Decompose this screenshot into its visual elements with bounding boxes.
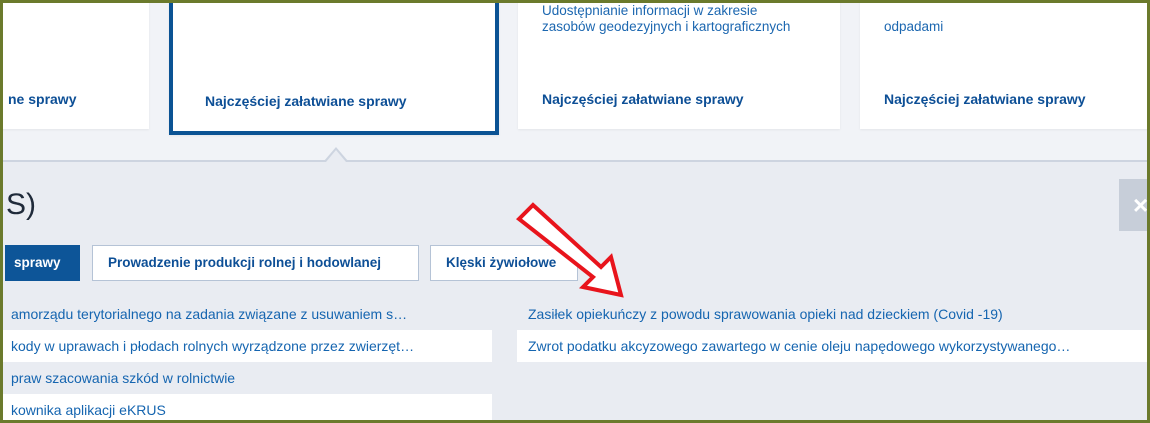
card-description: odpadami: [884, 19, 944, 34]
service-list-left: amorządu terytorialnego na zadania związ…: [3, 298, 492, 420]
card-link-most-common[interactable]: ne sprawy: [8, 91, 76, 107]
list-item[interactable]: amorządu terytorialnego na zadania związ…: [3, 298, 492, 330]
category-card-2-selected[interactable]: Najczęściej załatwiane sprawy: [169, 3, 499, 135]
list-item[interactable]: praw szacowania szkód w rolnictwie: [3, 362, 492, 394]
red-arrow-icon: [515, 202, 624, 298]
list-item[interactable]: kownika aplikacji eKRUS: [3, 394, 492, 420]
category-card-1[interactable]: ne sprawy: [3, 3, 149, 129]
category-cards: ne sprawy Najczęściej załatwiane sprawy …: [3, 3, 1147, 163]
screenshot-frame: ne sprawy Najczęściej załatwiane sprawy …: [0, 0, 1150, 423]
card-description: Udostępnianie informacji w zakresie zaso…: [542, 3, 791, 34]
close-button[interactable]: ×: [1119, 179, 1147, 231]
category-card-3[interactable]: Udostępnianie informacji w zakresie zaso…: [518, 3, 840, 129]
list-item[interactable]: Zwrot podatku akcyzowego zawartego w cen…: [517, 330, 1147, 362]
panel-title: S): [6, 188, 36, 221]
card-link-most-common[interactable]: Najczęściej załatwiane sprawy: [205, 93, 407, 109]
list-item[interactable]: kody w uprawach i płodach rolnych wyrząd…: [3, 330, 492, 362]
tab-most-common[interactable]: sprawy: [5, 245, 80, 281]
card-link-most-common[interactable]: Najczęściej załatwiane sprawy: [884, 91, 1086, 107]
card-link-most-common[interactable]: Najczęściej załatwiane sprawy: [542, 91, 744, 107]
category-card-4[interactable]: odpadami Najczęściej załatwiane sprawy: [860, 3, 1147, 129]
panel-pointer-fill: [326, 150, 346, 162]
tab-agricultural-production[interactable]: Prowadzenie produkcji rolnej i hodowlane…: [92, 245, 419, 281]
